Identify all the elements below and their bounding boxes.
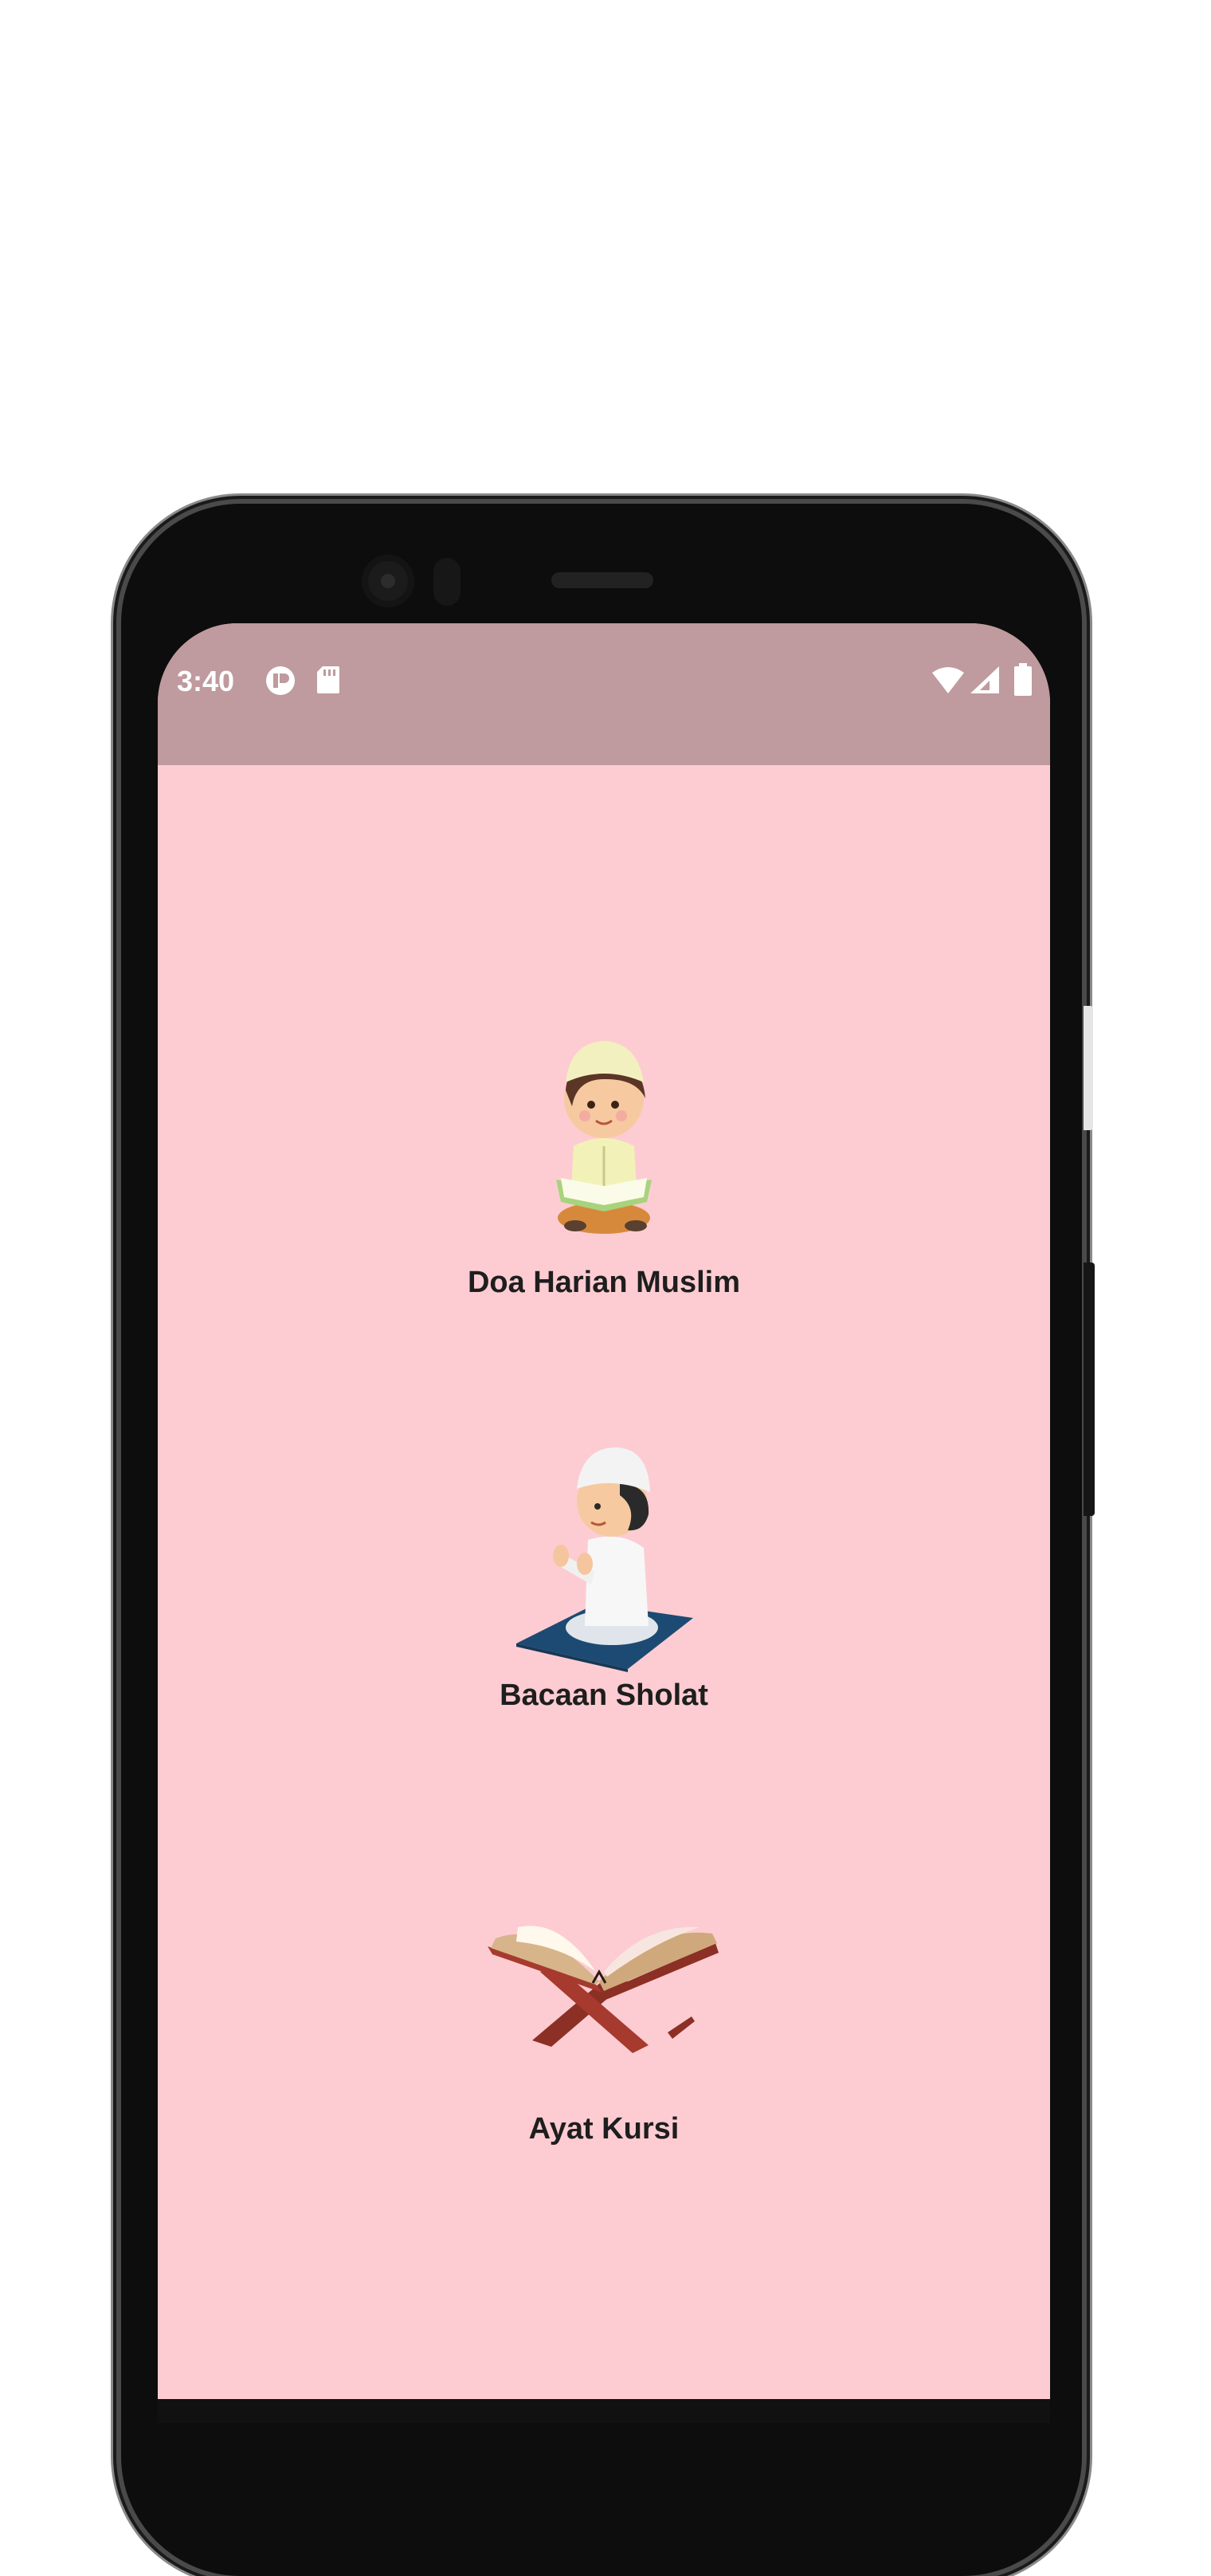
front-camera	[362, 555, 414, 607]
menu-item-label: Bacaan Sholat	[500, 1679, 708, 1712]
volume-button	[1084, 1006, 1093, 1130]
quran-on-stand-icon	[488, 1926, 719, 2053]
app-screen: 3:40 Doa Harian Muslim Bacaan Sholat Aya…	[158, 623, 1050, 2423]
battery-icon	[1014, 663, 1032, 696]
sd-card-icon	[317, 666, 339, 693]
status-time: 3:40	[177, 665, 235, 697]
menu-item-label: Doa Harian Muslim	[467, 1266, 741, 1299]
menu-item-bacaan-sholat[interactable]: Bacaan Sholat	[365, 1436, 843, 1713]
proximity-sensor	[433, 558, 460, 606]
app-notification-icon	[266, 666, 295, 695]
earpiece-speaker	[551, 572, 653, 588]
menu-list: Doa Harian Muslim Bacaan Sholat Ayat Kur…	[158, 765, 1050, 2399]
menu-item-label: Ayat Kursi	[528, 2112, 680, 2146]
boy-reading-quran-icon	[556, 1041, 652, 1234]
menu-item-doa-harian-muslim[interactable]: Doa Harian Muslim	[365, 1027, 843, 1300]
cell-signal-icon	[970, 666, 999, 693]
boy-praying-icon	[516, 1447, 693, 1672]
power-button	[1084, 1262, 1095, 1516]
wifi-icon	[932, 667, 964, 693]
navigation-bar	[158, 2399, 1050, 2423]
status-bar: 3:40	[158, 623, 1050, 765]
menu-item-ayat-kursi[interactable]: Ayat Kursi	[365, 1905, 843, 2146]
